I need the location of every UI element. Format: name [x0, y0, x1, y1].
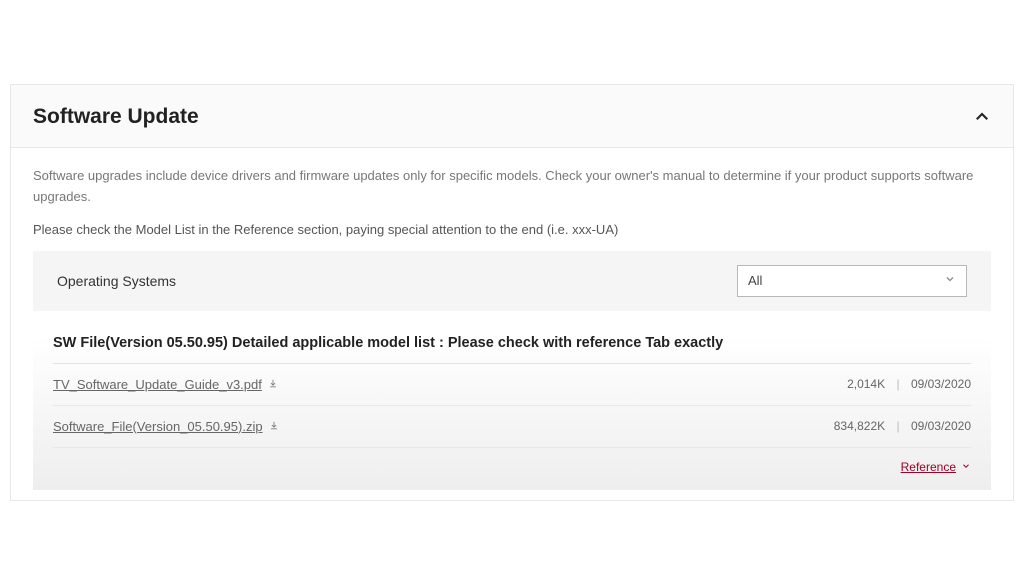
reference-link[interactable]: Reference [901, 460, 971, 474]
panel-body: Software upgrades include device drivers… [11, 148, 1013, 500]
software-update-panel: Software Update Software upgrades includ… [10, 84, 1014, 501]
panel-title: Software Update [33, 105, 199, 129]
file-link-zip[interactable]: Software_File(Version_05.50.95).zip [53, 419, 279, 434]
os-filter-bar: Operating Systems All [33, 251, 991, 311]
sw-content: SW File(Version 05.50.95) Detailed appli… [33, 335, 991, 490]
os-label: Operating Systems [57, 273, 176, 289]
panel-description: Software upgrades include device drivers… [33, 166, 991, 208]
file-meta: 834,822K | 09/03/2020 [834, 419, 971, 433]
file-name: Software_File(Version_05.50.95).zip [53, 419, 263, 434]
file-link-pdf[interactable]: TV_Software_Update_Guide_v3.pdf [53, 377, 278, 392]
file-date: 09/03/2020 [911, 419, 971, 433]
os-select-value: All [748, 273, 762, 288]
sw-header: SW File(Version 05.50.95) Detailed appli… [53, 335, 971, 364]
panel-note: Please check the Model List in the Refer… [33, 222, 991, 237]
panel-header[interactable]: Software Update [11, 85, 1013, 148]
download-icon [268, 377, 278, 392]
file-size: 2,014K [847, 377, 885, 391]
file-name: TV_Software_Update_Guide_v3.pdf [53, 377, 262, 392]
file-meta: 2,014K | 09/03/2020 [847, 377, 971, 391]
file-row: Software_File(Version_05.50.95).zip 834,… [53, 406, 971, 448]
reference-row: Reference [53, 448, 971, 490]
file-size: 834,822K [834, 419, 885, 433]
chevron-up-icon[interactable] [973, 108, 991, 126]
file-row: TV_Software_Update_Guide_v3.pdf 2,014K |… [53, 364, 971, 406]
separator: | [896, 419, 899, 433]
separator: | [896, 377, 899, 391]
chevron-down-icon [961, 460, 971, 474]
file-date: 09/03/2020 [911, 377, 971, 391]
chevron-down-icon [944, 273, 956, 288]
download-icon [269, 419, 279, 434]
reference-label: Reference [901, 460, 956, 474]
os-select[interactable]: All [737, 265, 967, 297]
